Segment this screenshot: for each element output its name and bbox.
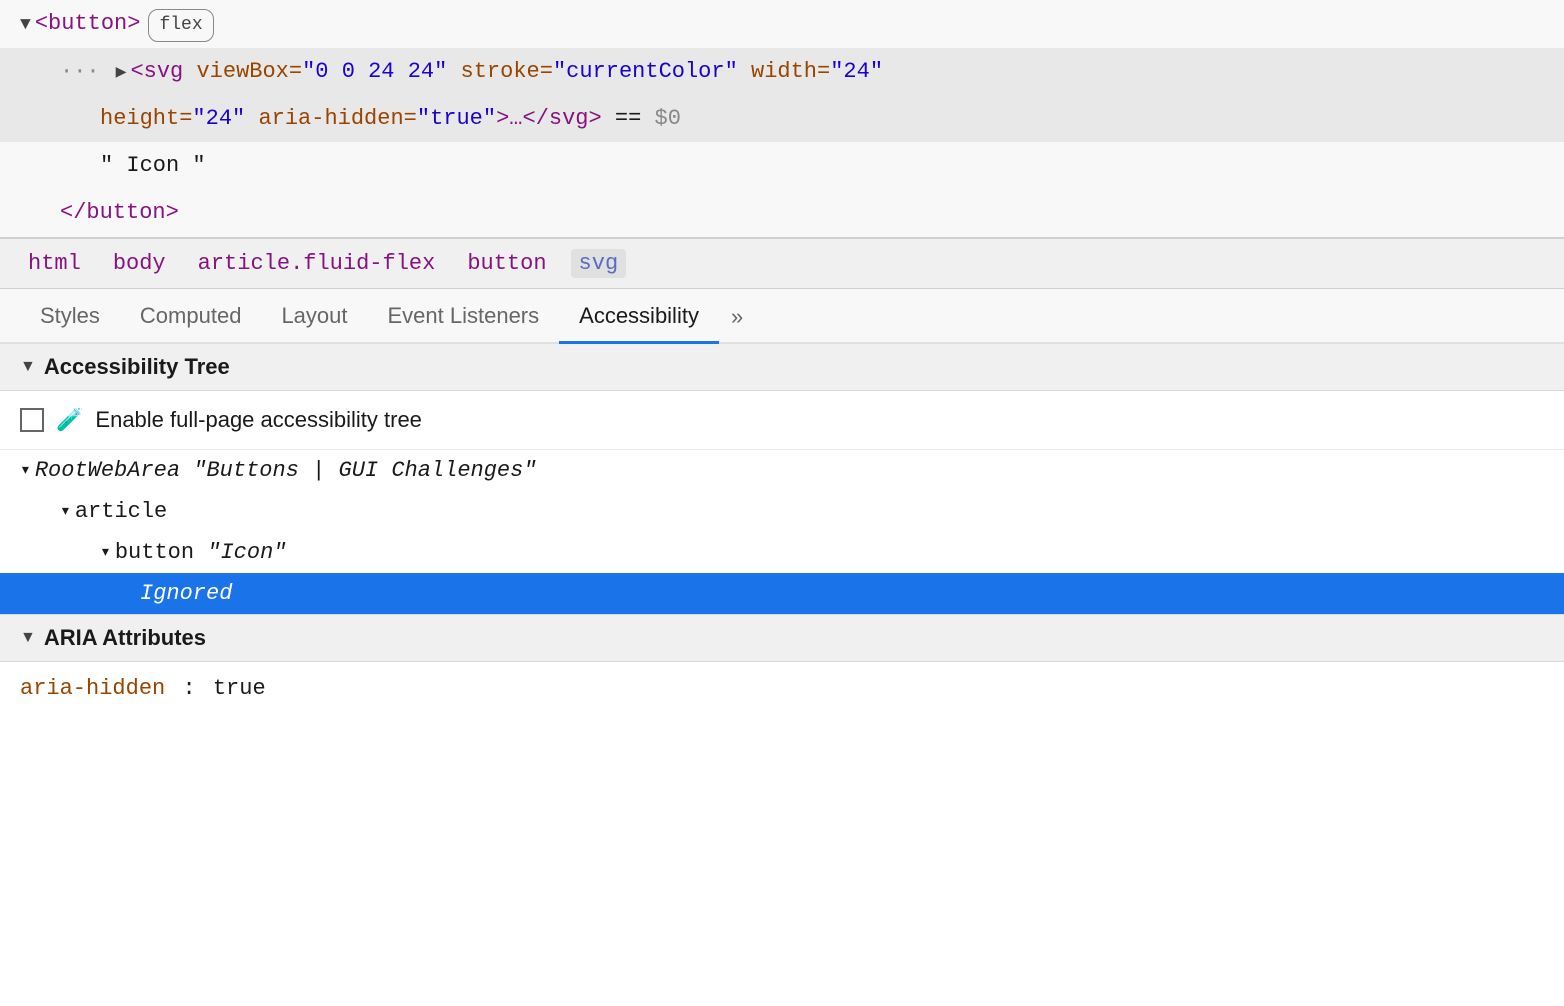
tree-root-web-area[interactable]: ▾ RootWebArea "Buttons | GUI Challenges" xyxy=(0,450,1564,491)
breadcrumb-sep-3 xyxy=(443,252,459,275)
attr-aria-hidden-value: "true" xyxy=(417,101,496,136)
accessibility-tree-header: ▼ Accessibility Tree xyxy=(0,344,1564,391)
attr-height: height= xyxy=(100,101,192,136)
tag-button-open: <button> xyxy=(35,6,141,41)
tree-chevron-root: ▾ xyxy=(20,459,31,481)
tree-root-value: "Buttons | GUI Challenges" xyxy=(180,458,536,483)
tree-button-value: "Icon" xyxy=(194,540,286,565)
tree-root-label: RootWebArea xyxy=(35,458,180,483)
dom-inspector: ▼ <button> flex ··· ▶ <svg viewBox="0 0 … xyxy=(0,0,1564,238)
aria-attributes-title: ARIA Attributes xyxy=(44,625,206,651)
tree-chevron-article: ▾ xyxy=(60,500,71,522)
attr-height-value: "24" xyxy=(192,101,245,136)
attr-viewbox: viewBox= xyxy=(196,54,302,89)
tag-button-close: </button> xyxy=(60,195,179,230)
breadcrumb-body[interactable]: body xyxy=(105,249,174,278)
tree-article-label: article xyxy=(75,499,167,524)
triangle-svg-icon: ▶ xyxy=(116,59,127,88)
tree-ignored[interactable]: Ignored xyxy=(0,573,1564,614)
aria-hidden-row: aria-hidden : true xyxy=(0,662,1564,715)
tag-svg-close-inline: >…</svg> xyxy=(496,101,602,136)
accessibility-tree-title: Accessibility Tree xyxy=(44,354,230,380)
main-panel: ▼ Accessibility Tree 🧪 Enable full-page … xyxy=(0,344,1564,715)
aria-section-triangle-icon: ▼ xyxy=(20,629,36,647)
aria-attributes-header: ▼ ARIA Attributes xyxy=(0,614,1564,662)
dom-line-button-close[interactable]: </button> xyxy=(0,189,1564,236)
section-triangle-icon: ▼ xyxy=(20,358,36,376)
dom-line-button-open[interactable]: ▼ <button> flex xyxy=(0,0,1564,48)
ellipsis-button[interactable]: ··· xyxy=(60,59,100,84)
tab-more-button[interactable]: » xyxy=(719,290,755,342)
tab-styles[interactable]: Styles xyxy=(20,289,120,344)
breadcrumb-sep-2 xyxy=(174,252,190,275)
breadcrumb-button[interactable]: button xyxy=(459,249,554,278)
attr-stroke: stroke= xyxy=(461,54,553,89)
flask-icon: 🧪 xyxy=(56,407,83,433)
dom-line-text-icon[interactable]: " Icon " xyxy=(0,142,1564,189)
triangle-icon: ▼ xyxy=(20,11,31,40)
attr-aria-hidden: aria-hidden= xyxy=(258,101,416,136)
tag-svg: <svg xyxy=(130,54,183,89)
tree-ignored-label: Ignored xyxy=(140,581,232,606)
tree-button[interactable]: ▾ button "Icon" xyxy=(0,532,1564,573)
attr-width: width= xyxy=(751,54,830,89)
breadcrumb-sep-1 xyxy=(89,252,105,275)
tabs-bar: Styles Computed Layout Event Listeners A… xyxy=(0,289,1564,344)
aria-hidden-attr-value: true xyxy=(213,676,266,701)
dom-line-svg-cont: height="24" aria-hidden="true">…</svg> =… xyxy=(0,95,1564,142)
text-node-icon: " Icon " xyxy=(100,148,206,183)
aria-hidden-attr-name: aria-hidden xyxy=(20,676,165,701)
breadcrumb-svg[interactable]: svg xyxy=(571,249,627,278)
dollar-ref: $0 xyxy=(655,101,681,136)
enable-row[interactable]: 🧪 Enable full-page accessibility tree xyxy=(0,391,1564,450)
tree-chevron-button: ▾ xyxy=(100,541,111,563)
tab-computed[interactable]: Computed xyxy=(120,289,262,344)
tree-article[interactable]: ▾ article xyxy=(0,491,1564,532)
enable-label: Enable full-page accessibility tree xyxy=(95,407,422,433)
attr-width-value: "24" xyxy=(830,54,883,89)
breadcrumb-sep-4 xyxy=(555,252,571,275)
tab-event-listeners[interactable]: Event Listeners xyxy=(368,289,560,344)
breadcrumb-html[interactable]: html xyxy=(20,249,89,278)
breadcrumb-bar: html body article.fluid-flex button svg xyxy=(0,238,1564,289)
dom-line-svg[interactable]: ··· ▶ <svg viewBox="0 0 24 24" stroke="c… xyxy=(0,48,1564,95)
enable-checkbox[interactable] xyxy=(20,408,44,432)
tab-layout[interactable]: Layout xyxy=(261,289,367,344)
tab-accessibility[interactable]: Accessibility xyxy=(559,289,719,344)
tree-button-label: button xyxy=(115,540,194,565)
aria-colon: : xyxy=(182,676,195,701)
flex-badge: flex xyxy=(148,9,213,42)
attr-stroke-value: "currentColor" xyxy=(553,54,738,89)
breadcrumb-article[interactable]: article.fluid-flex xyxy=(190,249,444,278)
attr-viewbox-value: "0 0 24 24" xyxy=(302,54,447,89)
